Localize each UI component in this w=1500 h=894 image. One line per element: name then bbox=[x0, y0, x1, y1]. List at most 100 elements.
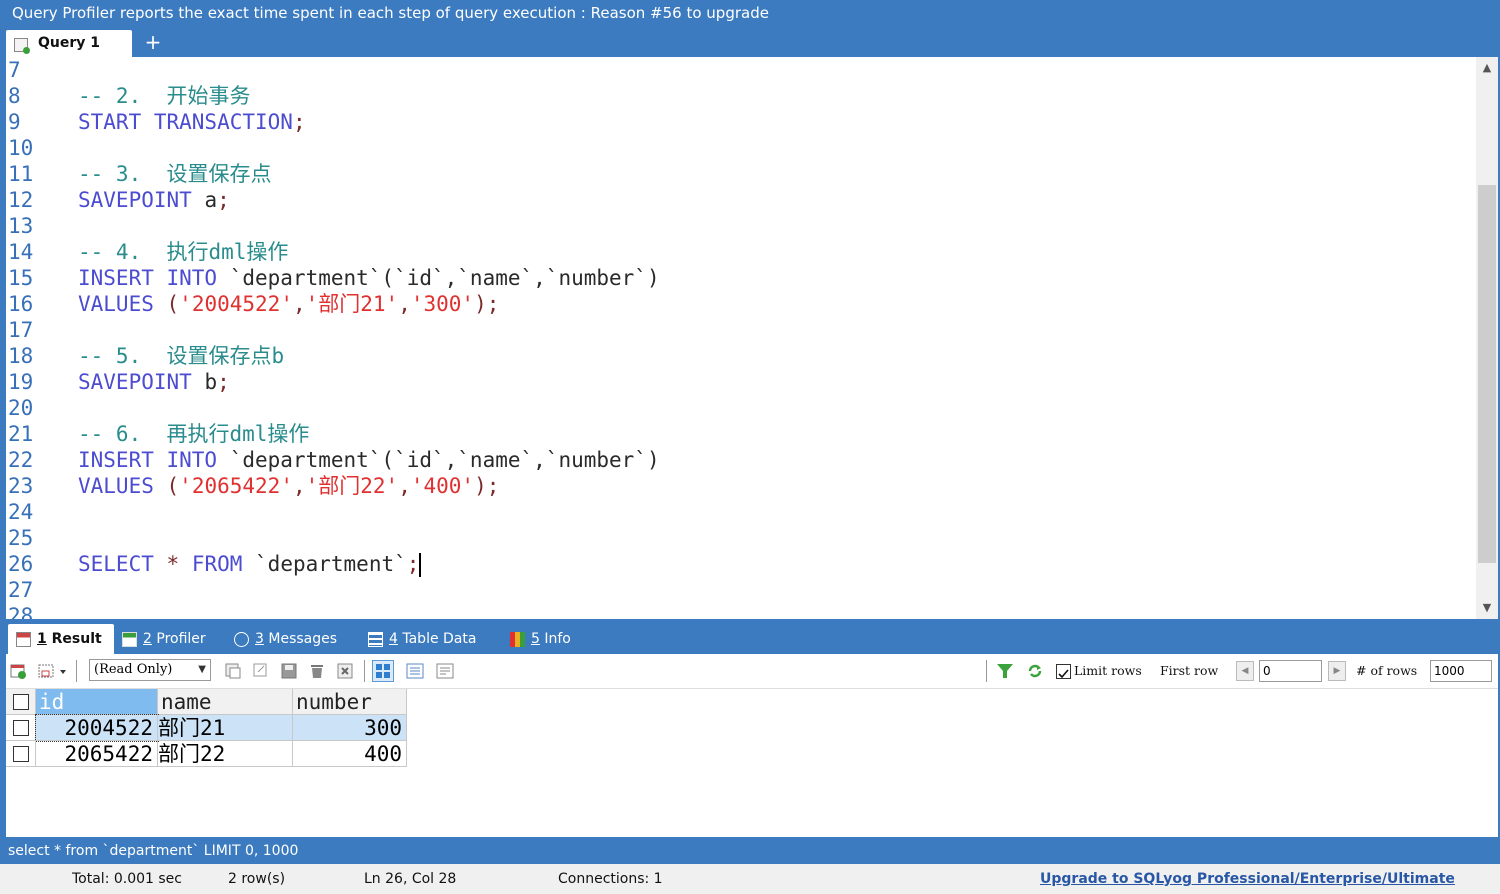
code-text: -- 4. 执行dml操作 bbox=[78, 239, 288, 265]
column-header-id[interactable]: id bbox=[36, 689, 158, 715]
tab-result-2[interactable]: 2 Profiler bbox=[114, 624, 224, 654]
line-number: 16 bbox=[8, 292, 34, 316]
query-tab-strip: Query 1 bbox=[0, 28, 1500, 58]
row-checkbox[interactable] bbox=[13, 720, 29, 736]
code-text: -- 6. 再执行dml操作 bbox=[78, 421, 309, 447]
code-token: , bbox=[292, 292, 306, 316]
code-text: VALUES ('2004522','部门21','300'); bbox=[78, 291, 499, 317]
executed-query-text: select * from `department` LIMIT 0, 1000 bbox=[0, 838, 1500, 864]
grid-mode-select[interactable]: (Read Only) ▼ bbox=[89, 659, 211, 681]
add-row-icon[interactable] bbox=[10, 662, 28, 680]
sql-editor[interactable]: 7 8 -- 2. 开始事务 9 START TRANSACTION; 10 11 -- 3.… bbox=[6, 57, 1498, 619]
code-text: SAVEPOINT b; bbox=[78, 369, 230, 395]
code-token: '部门21' bbox=[305, 292, 399, 316]
code-token: ; bbox=[217, 188, 230, 212]
tab-result-5[interactable]: 5 Info bbox=[502, 624, 588, 654]
code-text: SAVEPOINT a; bbox=[78, 187, 230, 213]
line-number: 27 bbox=[8, 578, 34, 602]
profiler-icon bbox=[122, 631, 137, 647]
code-token: START TRANSACTION bbox=[78, 110, 293, 134]
toolbar-separator bbox=[76, 660, 77, 682]
connections-count: Connections: 1 bbox=[558, 871, 663, 887]
line-number: 25 bbox=[8, 526, 34, 550]
table-icon bbox=[368, 631, 383, 647]
code-text: -- 5. 设置保存点b bbox=[78, 343, 284, 369]
line-number: 14 bbox=[8, 240, 34, 264]
form-view-icon[interactable] bbox=[406, 662, 424, 680]
result-grid[interactable]: id name number 2004522 部门21 300 2065422 部门22 400 bbox=[6, 689, 1498, 837]
line-number: 21 bbox=[8, 422, 34, 446]
code-token: ; bbox=[217, 370, 230, 394]
duplicate-icon[interactable] bbox=[252, 662, 270, 680]
tab-label: Info bbox=[539, 631, 571, 647]
editor-vertical-scrollbar[interactable]: ▲ ▼ bbox=[1476, 57, 1498, 619]
result-toolbar: (Read Only) ▼ Limit rows First row ◀ 0 ▶… bbox=[6, 654, 1498, 689]
upgrade-banner[interactable]: Query Profiler reports the exact time sp… bbox=[0, 0, 1500, 28]
code-token: -- 6. 再执行dml操作 bbox=[78, 422, 310, 446]
tab-label: Query 1 bbox=[38, 35, 101, 51]
tab-query-1[interactable]: Query 1 bbox=[6, 30, 132, 58]
text-view-icon[interactable] bbox=[436, 662, 454, 680]
row-checkbox[interactable] bbox=[13, 746, 29, 762]
cancel-changes-icon[interactable] bbox=[336, 662, 354, 680]
tab-number: 2 bbox=[143, 631, 152, 647]
add-query-tab-button[interactable]: + bbox=[143, 30, 163, 54]
code-token: ); bbox=[474, 292, 500, 316]
first-row-label: First row bbox=[1160, 663, 1219, 678]
scroll-down-icon[interactable]: ▼ bbox=[1476, 599, 1498, 617]
save-icon[interactable] bbox=[280, 662, 298, 680]
line-number: 26 bbox=[8, 552, 34, 576]
filter-icon[interactable] bbox=[996, 662, 1014, 680]
code-token: SELECT bbox=[78, 552, 167, 576]
code-token: -- 3. 设置保存点 bbox=[78, 162, 272, 186]
tab-number: 5 bbox=[531, 631, 540, 647]
cell-name[interactable]: 部门21 bbox=[158, 715, 293, 741]
num-rows-input[interactable]: 1000 bbox=[1430, 660, 1492, 682]
tab-result-1[interactable]: 1 Result bbox=[8, 624, 114, 654]
code-token: * bbox=[166, 552, 192, 576]
grid-result-icon bbox=[16, 631, 31, 647]
status-bar: Total: 0.001 sec 2 row(s) Ln 26, Col 28 … bbox=[0, 864, 1500, 894]
tab-result-4[interactable]: 4 Table Data bbox=[360, 624, 490, 654]
tab-label: Table Data bbox=[397, 631, 477, 647]
cell-number[interactable]: 300 bbox=[293, 715, 407, 741]
code-text: INSERT INTO `department`(`id`,`name`,`nu… bbox=[78, 265, 660, 291]
cell-id[interactable]: 2065422 bbox=[36, 741, 158, 767]
copy-row-icon[interactable] bbox=[224, 662, 242, 680]
column-header-name[interactable]: name bbox=[158, 689, 293, 715]
next-page-icon[interactable]: ▶ bbox=[1328, 661, 1346, 681]
scroll-up-icon[interactable]: ▲ bbox=[1476, 59, 1498, 77]
result-tab-strip: 1 Result 2 Profiler 3 Messages 4 Table Data… bbox=[0, 622, 1500, 654]
export-dropdown-icon[interactable] bbox=[38, 662, 68, 680]
cell-name[interactable]: 部门22 bbox=[158, 741, 293, 767]
upgrade-link[interactable]: Upgrade to SQLyog Professional/Enterpris… bbox=[1040, 864, 1455, 894]
first-row-input[interactable]: 0 bbox=[1259, 660, 1322, 682]
toolbar-separator bbox=[986, 660, 987, 682]
line-number: 18 bbox=[8, 344, 34, 368]
line-number: 19 bbox=[8, 370, 34, 394]
tab-number: 4 bbox=[389, 631, 398, 647]
code-text: INSERT INTO `department`(`id`,`name`,`nu… bbox=[78, 447, 660, 473]
line-number: 11 bbox=[8, 162, 34, 186]
code-token: , bbox=[292, 474, 306, 498]
grid-view-icon[interactable] bbox=[372, 660, 394, 682]
prev-page-icon[interactable]: ◀ bbox=[1236, 661, 1254, 681]
code-token: `department`(`id`,`name`,`number`) bbox=[229, 448, 660, 472]
tab-result-3[interactable]: 3 Messages bbox=[226, 624, 348, 654]
line-number: 9 bbox=[8, 110, 21, 134]
line-number: 12 bbox=[8, 188, 34, 212]
scroll-thumb[interactable] bbox=[1478, 185, 1496, 563]
code-token: ( bbox=[166, 292, 180, 316]
select-all-checkbox[interactable] bbox=[13, 694, 29, 710]
delete-icon[interactable] bbox=[308, 662, 326, 680]
limit-rows-checkbox[interactable] bbox=[1056, 664, 1071, 679]
cell-number[interactable]: 400 bbox=[293, 741, 407, 767]
code-token: b bbox=[204, 370, 218, 394]
line-number: 23 bbox=[8, 474, 34, 498]
cell-id[interactable]: 2004522 bbox=[35, 714, 159, 742]
code-token: -- 5. 设置保存点b bbox=[78, 344, 285, 368]
refresh-icon[interactable] bbox=[1026, 662, 1044, 680]
code-token: '部门22' bbox=[305, 474, 399, 498]
column-header-number[interactable]: number bbox=[293, 689, 407, 715]
code-token: VALUES bbox=[78, 292, 167, 316]
